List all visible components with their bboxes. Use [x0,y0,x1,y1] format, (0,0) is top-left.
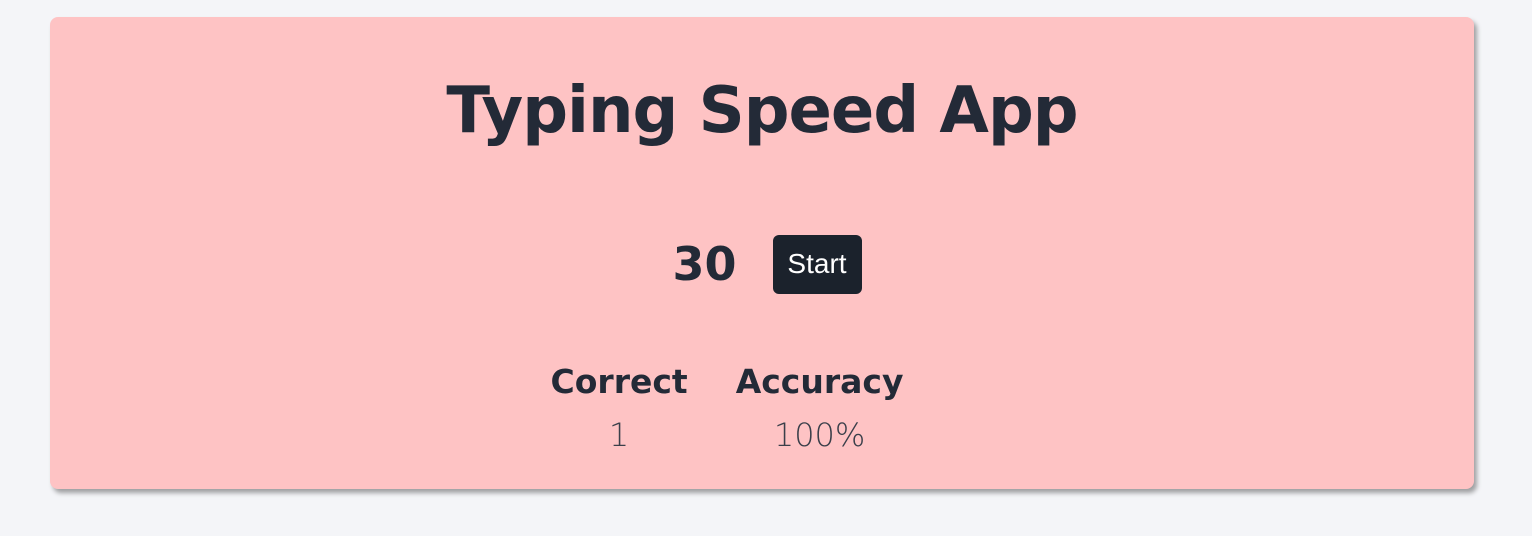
stat-accuracy: Accuracy 100% [735,362,904,455]
accuracy-label: Accuracy [735,362,904,401]
stat-correct: Correct 1 [550,362,688,455]
stats-panel: Correct 1 Accuracy 100% [50,362,1474,455]
correct-value: 1 [608,416,630,454]
app-card: Typing Speed App 30 Start Correct 1 Accu… [50,17,1474,489]
timer-display: 30 [672,237,737,291]
correct-label: Correct [550,362,688,401]
page-title: Typing Speed App [446,74,1078,148]
timer-controls: 30 Start [50,234,1474,294]
start-button[interactable]: Start [772,234,862,294]
accuracy-value: 100% [773,416,866,454]
